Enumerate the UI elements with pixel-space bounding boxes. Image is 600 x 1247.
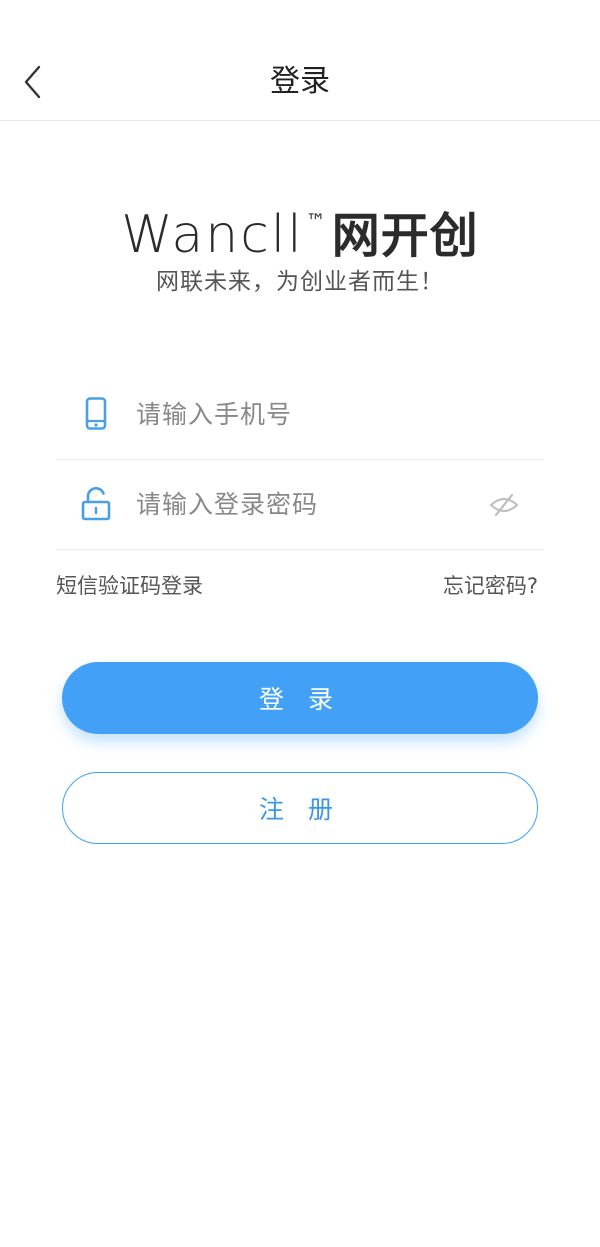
register-button[interactable]: 注 册 — [62, 772, 538, 844]
brand-name-cn: 网开创 — [331, 208, 479, 264]
phone-input[interactable] — [136, 391, 476, 437]
brand-slogan: 网联未来，为创业者而生！ — [156, 269, 444, 295]
password-field — [56, 459, 544, 550]
sms-login-link[interactable]: 短信验证码登录 — [56, 568, 203, 604]
eye-off-icon[interactable] — [488, 491, 520, 519]
page-title: 登录 — [270, 64, 330, 99]
password-input[interactable] — [136, 481, 476, 527]
brand-trademark: ™ — [305, 209, 326, 233]
forgot-password-link[interactable]: 忘记密码? — [443, 568, 538, 604]
nav-bar: 登录 — [0, 0, 600, 121]
brand-name-latin: Wancll — [121, 205, 304, 265]
phone-field — [56, 369, 544, 460]
phone-icon — [80, 397, 112, 431]
unlock-icon — [80, 487, 112, 521]
login-button[interactable]: 登 录 — [62, 662, 538, 734]
auth-links: 短信验证码登录 忘记密码? — [56, 568, 544, 604]
